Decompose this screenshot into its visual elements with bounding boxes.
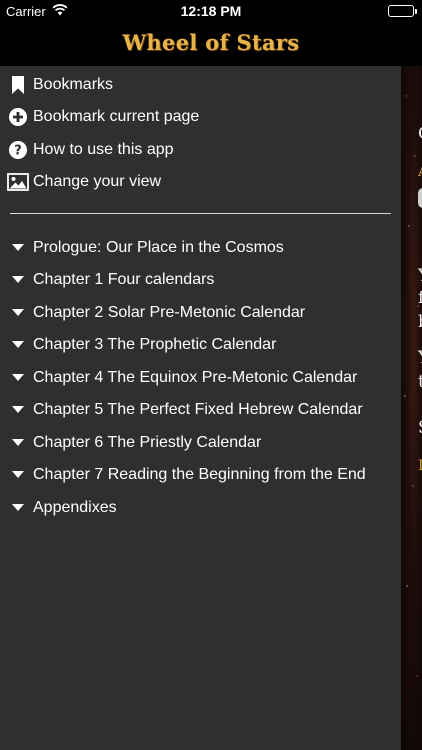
menu-item-label: Change your view (33, 173, 162, 190)
status-time: 12:18 PM (180, 3, 242, 19)
chapter-label: Prologue: Our Place in the Cosmos (33, 239, 284, 256)
side-menu: Bookmarks Bookmark current page ? How to… (0, 66, 401, 750)
app-title: Wheel of Stars (122, 30, 300, 55)
chapter-label: Appendixes (33, 499, 117, 516)
bookmark-icon (9, 76, 27, 94)
status-bar: Carrier 12:18 PM (0, 0, 422, 22)
caret-down-icon (12, 276, 24, 283)
caret-down-icon (12, 244, 24, 251)
menu-item-label: How to use this app (33, 141, 174, 158)
peek-heading: C (418, 124, 422, 144)
chapter-label: Chapter 6 The Priestly Calendar (33, 434, 262, 451)
chapter-item-6[interactable]: Chapter 6 The Priestly Calendar (0, 427, 401, 459)
chapter-label: Chapter 3 The Prophetic Calendar (33, 336, 277, 353)
menu-item-bookmark-current-page[interactable]: Bookmark current page (0, 101, 401, 133)
chapter-item-5[interactable]: Chapter 5 The Perfect Fixed Hebrew Calen… (0, 394, 401, 426)
caret-down-icon (12, 374, 24, 381)
battery-icon (388, 5, 417, 17)
svg-text:?: ? (14, 144, 22, 159)
caret-down-icon (12, 504, 24, 511)
peek-text: t (418, 372, 422, 392)
caret-down-icon (12, 439, 24, 446)
menu-item-bookmarks[interactable]: Bookmarks (0, 69, 401, 101)
menu-item-label: Bookmark current page (33, 108, 200, 125)
peek-text: Y (418, 266, 422, 286)
image-icon (7, 173, 29, 191)
peek-text: Y (418, 348, 422, 368)
peek-gold-text: I (418, 458, 422, 474)
caret-down-icon (12, 406, 24, 413)
page-content-peek[interactable]: C A Y f b Y t S I (401, 66, 422, 750)
help-circle-icon: ? (9, 141, 27, 159)
peek-text: f (418, 288, 422, 308)
peek-text: b (418, 312, 422, 332)
menu-divider (10, 213, 391, 214)
caret-down-icon (12, 341, 24, 348)
chapter-label: Chapter 2 Solar Pre-Metonic Calendar (33, 304, 306, 321)
menu-item-label: Bookmarks (33, 76, 114, 93)
chapter-item-appendixes[interactable]: Appendixes (0, 492, 401, 524)
chapter-label: Chapter 4 The Equinox Pre-Metonic Calend… (33, 369, 358, 386)
chapter-item-7[interactable]: Chapter 7 Reading the Beginning from the… (0, 459, 401, 491)
chapter-label: Chapter 1 Four calendars (33, 271, 215, 288)
peek-text: S (418, 418, 422, 438)
add-circle-icon (9, 108, 27, 126)
chapter-item-2[interactable]: Chapter 2 Solar Pre-Metonic Calendar (0, 297, 401, 329)
navigation-bar: Wheel of Stars (0, 22, 422, 66)
caret-down-icon (12, 309, 24, 316)
chapter-item-4[interactable]: Chapter 4 The Equinox Pre-Metonic Calend… (0, 362, 401, 394)
chapter-label: Chapter 5 The Perfect Fixed Hebrew Calen… (33, 401, 363, 418)
caret-down-icon (12, 471, 24, 478)
chapter-item-prologue[interactable]: Prologue: Our Place in the Cosmos (0, 232, 401, 264)
chapter-label: Chapter 7 Reading the Beginning from the… (33, 466, 366, 483)
chapter-item-1[interactable]: Chapter 1 Four calendars (0, 264, 401, 296)
chapter-item-3[interactable]: Chapter 3 The Prophetic Calendar (0, 329, 401, 361)
peek-button[interactable] (418, 188, 422, 208)
menu-item-change-view[interactable]: Change your view (0, 166, 401, 198)
peek-gold-text: A (418, 164, 422, 180)
menu-item-how-to-use[interactable]: ? How to use this app (0, 134, 401, 166)
